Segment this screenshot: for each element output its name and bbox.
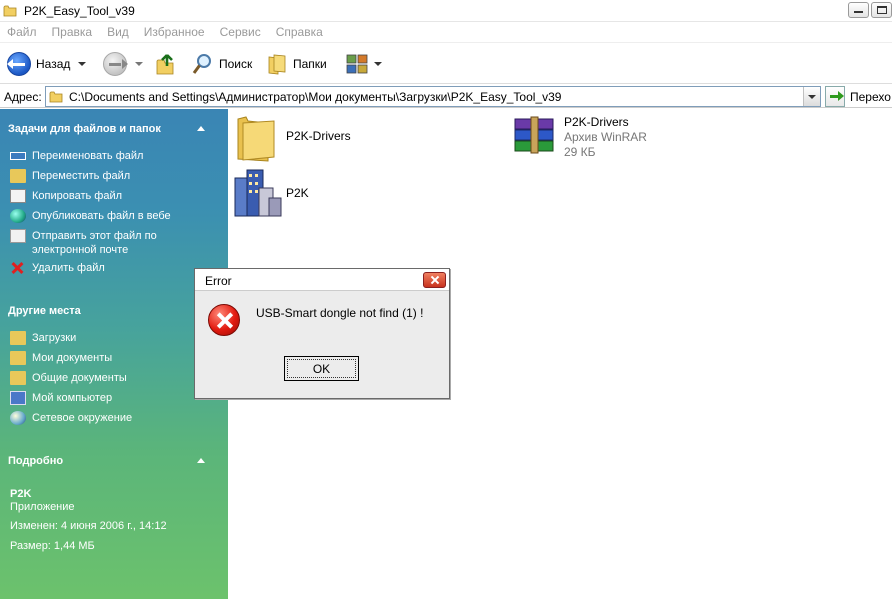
minimize-icon (854, 11, 863, 13)
copy-icon (10, 189, 26, 203)
folder-icon (49, 91, 63, 103)
globe-icon (10, 209, 26, 223)
dialog-message: USB-Smart dongle not find (1) ! (256, 306, 424, 320)
up-folder-button[interactable] (155, 50, 177, 78)
collapse-tasks-icon[interactable] (197, 126, 205, 131)
address-bar: Адрес: C:\Documents and Settings\Админис… (0, 85, 892, 108)
winrar-archive-icon (514, 116, 554, 154)
error-dialog: Error USB-Smart dongle not find (1) ! OK (194, 268, 450, 399)
task-publish[interactable]: Опубликовать файл в вебе (10, 209, 171, 223)
maximize-icon (877, 6, 887, 14)
window-title: P2K_Easy_Tool_v39 (24, 4, 135, 18)
details-size: Размер: 1,44 МБ (10, 540, 95, 552)
folders-icon (268, 54, 286, 75)
place-network[interactable]: Сетевое окружение (10, 411, 132, 425)
place-my-computer[interactable]: Мой компьютер (10, 391, 112, 405)
menu-tools[interactable]: Сервис (213, 22, 269, 42)
folder-icon (10, 331, 26, 345)
go-arrow-icon (830, 91, 844, 101)
go-label[interactable]: Перехо (850, 90, 891, 104)
details-name: P2K (10, 488, 32, 500)
menu-help[interactable]: Справка (269, 22, 331, 42)
menu-bar: Файл Правка Вид Избранное Сервис Справка (0, 22, 892, 42)
search-button[interactable]: Поиск (192, 50, 252, 78)
minimize-button[interactable] (848, 2, 869, 18)
mail-icon (10, 229, 26, 243)
folders-label: Папки (293, 57, 327, 71)
address-label: Адрес: (4, 90, 42, 104)
task-copy[interactable]: Копировать файл (10, 189, 122, 203)
place-my-documents[interactable]: Мои документы (10, 351, 112, 365)
place-shared-documents[interactable]: Общие документы (10, 371, 127, 385)
file-item-folder[interactable]: P2K-Drivers (234, 113, 434, 163)
views-dropdown-icon[interactable] (374, 62, 382, 66)
task-email[interactable]: Отправить этот файл по электронной почте (10, 229, 180, 257)
computer-icon (10, 391, 26, 405)
menu-edit[interactable]: Правка (45, 22, 101, 42)
forward-arrow-icon (103, 52, 128, 76)
chevron-down-icon (808, 95, 816, 99)
maximize-button[interactable] (871, 2, 892, 18)
back-button[interactable]: Назад (7, 50, 87, 78)
folder-icon (10, 351, 26, 365)
task-rename[interactable]: Переименовать файл (10, 149, 143, 163)
views-icon (346, 54, 368, 74)
forward-dropdown-icon[interactable] (135, 62, 143, 66)
dialog-title: Error (205, 274, 232, 288)
file-name: P2K (286, 186, 309, 200)
up-folder-icon (156, 54, 174, 75)
search-icon (192, 54, 211, 74)
forward-button[interactable] (103, 50, 143, 78)
address-path: C:\Documents and Settings\Администратор\… (69, 90, 562, 104)
details-modified: Изменен: 4 июня 2006 г., 14:12 (10, 520, 167, 532)
details-section-title[interactable]: Подробно (8, 455, 63, 467)
network-icon (10, 411, 26, 425)
folder-icon (237, 116, 275, 162)
application-icon (234, 169, 282, 217)
file-item-archive[interactable]: P2K-Drivers Архив WinRAR 29 КБ (513, 113, 713, 163)
search-label: Поиск (219, 57, 253, 71)
rename-icon (10, 152, 26, 160)
views-button[interactable] (346, 50, 382, 78)
file-size: 29 КБ (564, 145, 596, 159)
toolbar: Назад Поиск Папки (0, 42, 892, 84)
menu-view[interactable]: Вид (100, 22, 137, 42)
collapse-details-icon[interactable] (197, 458, 205, 463)
file-name: P2K-Drivers (286, 129, 351, 143)
folder-icon (10, 371, 26, 385)
close-button[interactable] (423, 272, 446, 288)
folders-button[interactable]: Папки (266, 50, 327, 78)
title-bar: P2K_Easy_Tool_v39 (0, 0, 892, 22)
menu-favorites[interactable]: Избранное (137, 22, 213, 42)
go-button[interactable] (825, 86, 845, 107)
back-label: Назад (36, 57, 71, 71)
delete-icon (10, 261, 26, 275)
address-dropdown-button[interactable] (803, 87, 820, 106)
back-dropdown-icon[interactable] (78, 62, 87, 66)
error-icon (208, 304, 240, 336)
tasks-section-title[interactable]: Задачи для файлов и папок (8, 123, 161, 135)
address-input[interactable]: C:\Documents and Settings\Администратор\… (45, 86, 821, 107)
file-name: P2K-Drivers (564, 115, 629, 129)
details-type: Приложение (10, 501, 75, 513)
menu-file[interactable]: Файл (0, 22, 45, 42)
dialog-title-bar: Error (195, 269, 449, 291)
file-type: Архив WinRAR (564, 130, 647, 144)
back-arrow-icon (7, 52, 31, 76)
place-downloads[interactable]: Загрузки (10, 331, 76, 345)
folder-icon (3, 5, 17, 17)
move-icon (10, 169, 26, 183)
places-section-title[interactable]: Другие места (8, 305, 81, 317)
task-move[interactable]: Переместить файл (10, 169, 130, 183)
file-item-application[interactable]: P2K (233, 168, 433, 220)
ok-button[interactable]: OK (284, 356, 359, 381)
task-delete[interactable]: Удалить файл (10, 261, 105, 275)
